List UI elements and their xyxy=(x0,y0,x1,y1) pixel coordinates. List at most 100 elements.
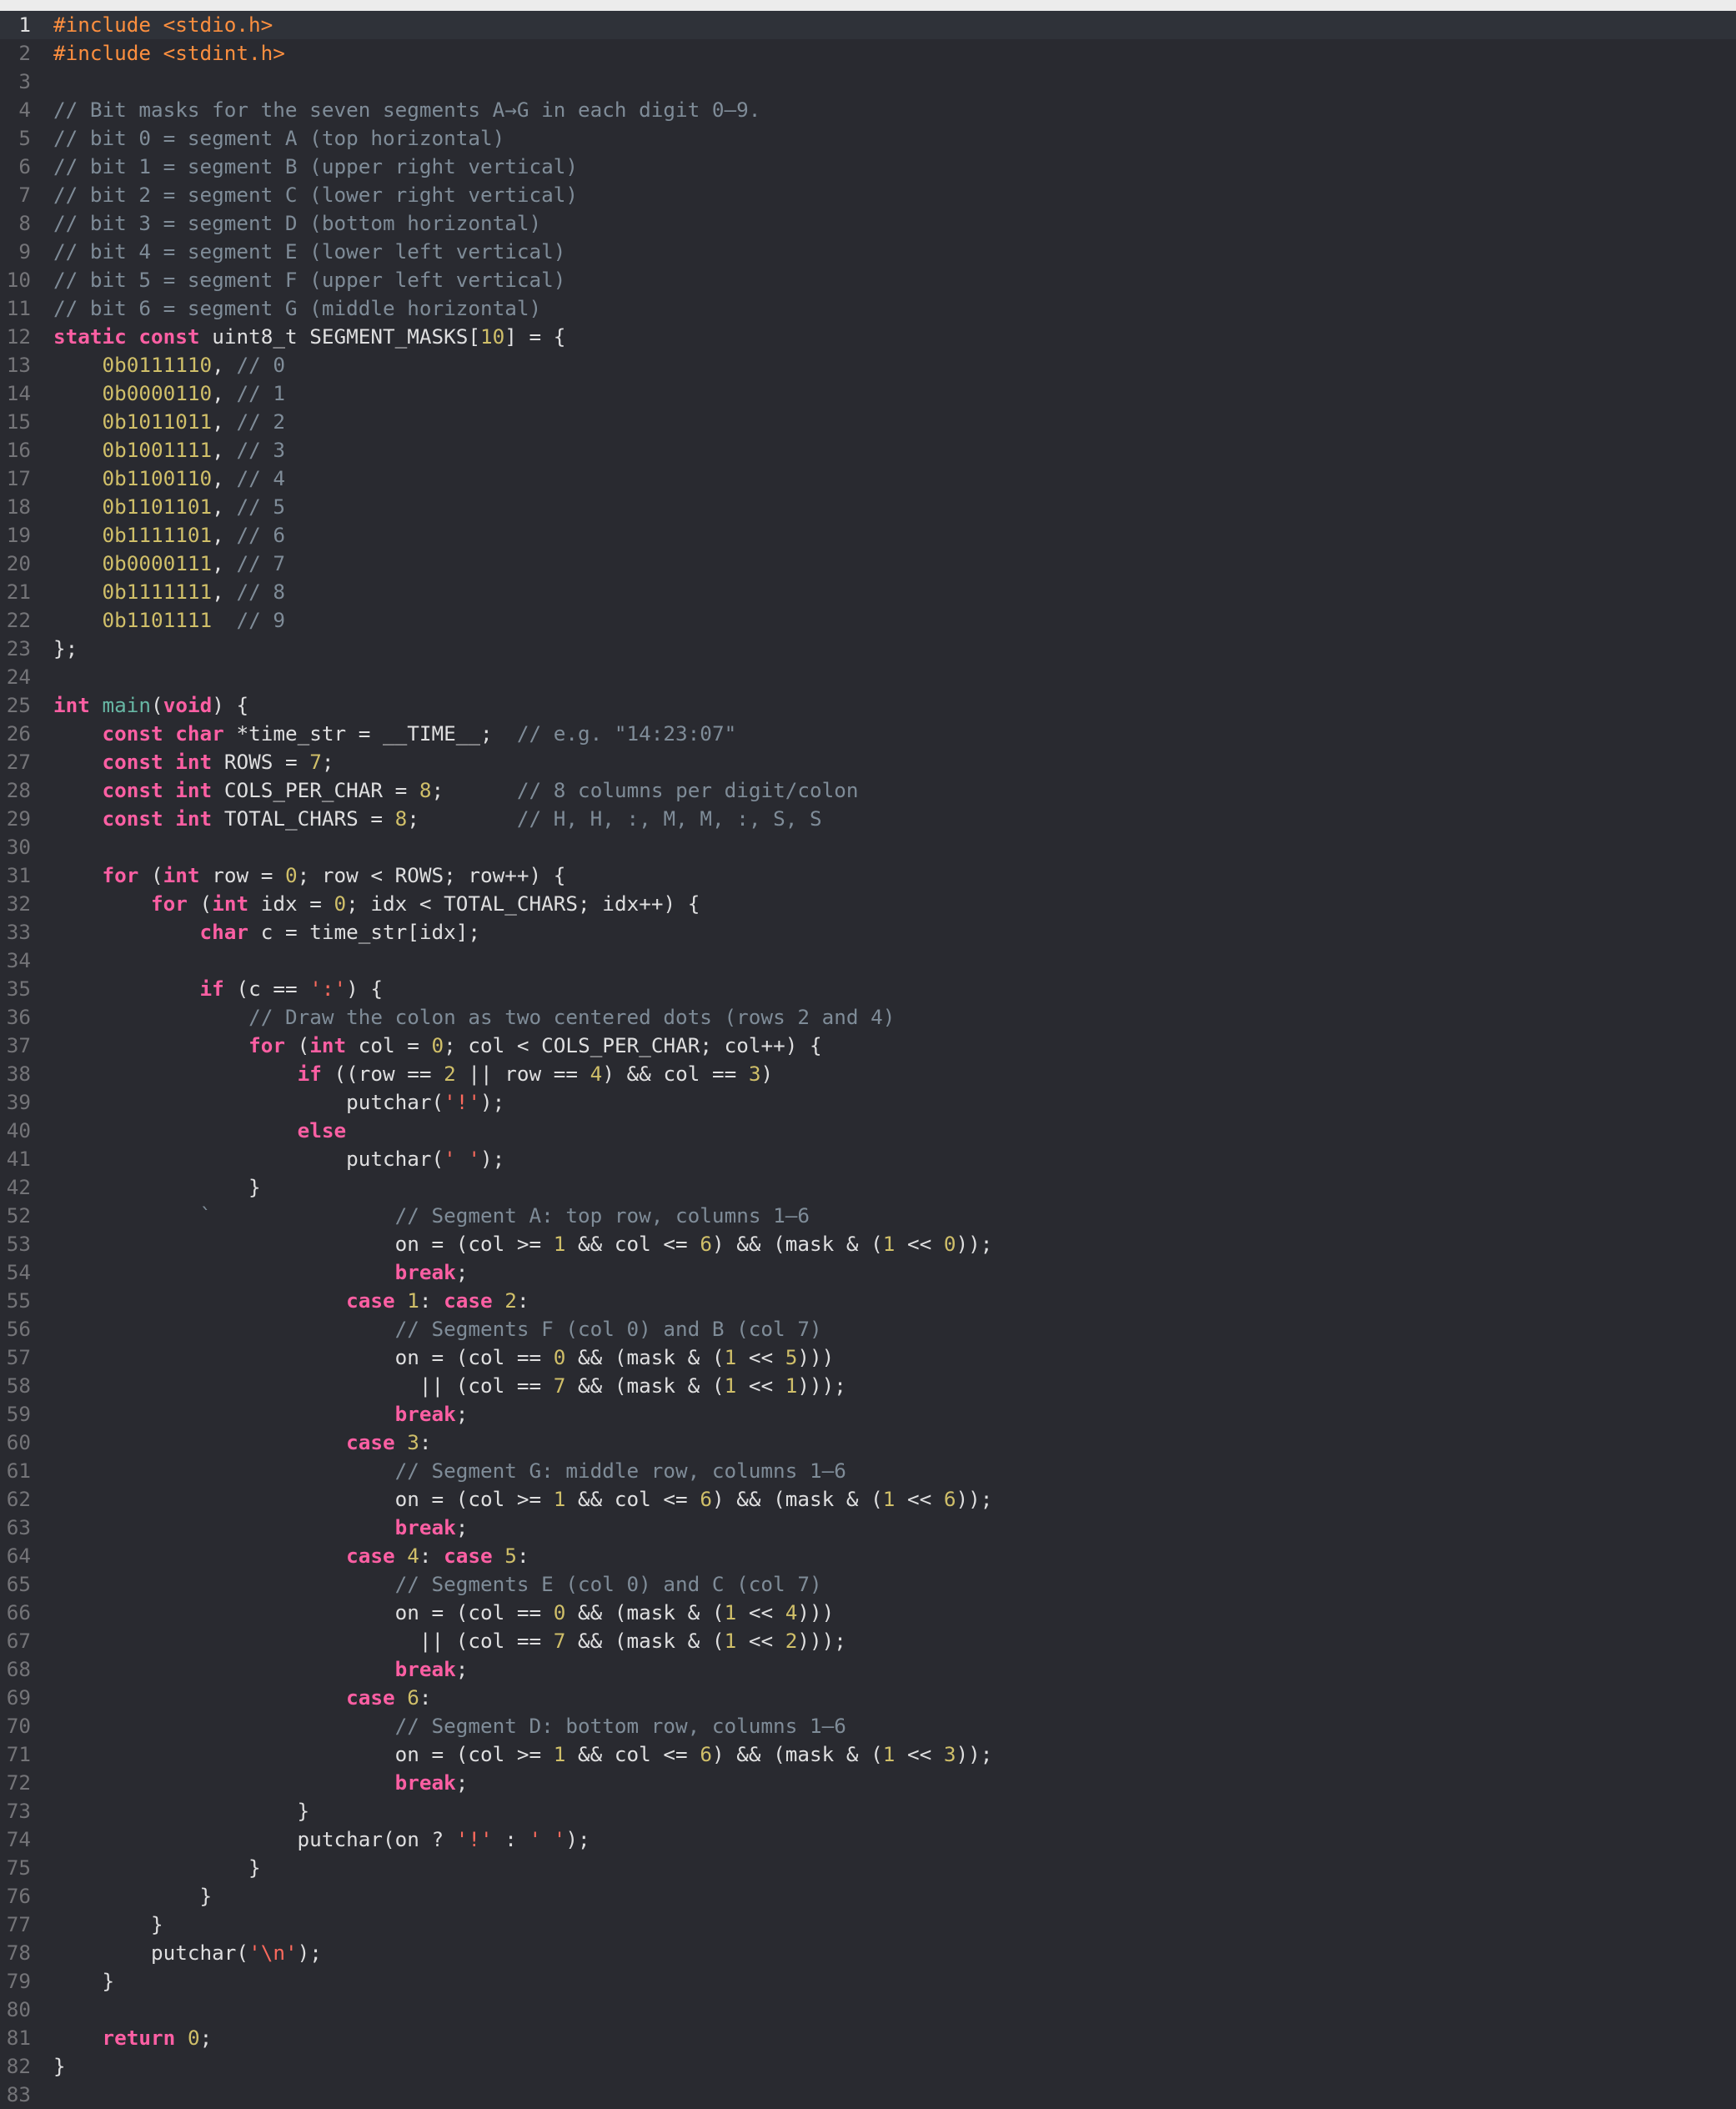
code-line[interactable]: 10 // bit 5 = segment F (upper left verti… xyxy=(0,266,1736,294)
code-line[interactable]: 23}; xyxy=(0,635,1736,663)
line-number: 37 xyxy=(6,1033,31,1057)
code-line[interactable]: 74 putchar(on ? '!' : ' '); xyxy=(0,1825,1736,1854)
code-line[interactable]: 71 on = (col >= 1 && col <= 6) && (mask … xyxy=(0,1740,1736,1769)
code-token: col = xyxy=(346,1033,432,1057)
code-line[interactable]: 9 // bit 4 = segment E (lower left vertic… xyxy=(0,238,1736,266)
code-line[interactable]: 18 0b1101101, // 5 xyxy=(0,493,1736,521)
code-line[interactable]: 37 for (int col = 0; col < COLS_PER_CHAR… xyxy=(0,1032,1736,1060)
code-line[interactable]: 11 // bit 6 = segment G (middle horizonta… xyxy=(0,294,1736,323)
code-line[interactable]: 69 case 6: xyxy=(0,1684,1736,1712)
code-line[interactable]: 53 on = (col >= 1 && col <= 6) && (mask … xyxy=(0,1230,1736,1258)
code-token: } xyxy=(53,2054,66,2078)
code-token: } xyxy=(53,1175,261,1199)
code-line[interactable]: 3 xyxy=(0,68,1736,96)
code-line[interactable]: 79 } xyxy=(0,1967,1736,1996)
code-line[interactable]: 8 // bit 3 = segment D (bottom horizontal… xyxy=(0,209,1736,238)
code-line[interactable]: 22 0b1101111 // 9 xyxy=(0,606,1736,635)
code-line[interactable]: 19 0b1111101, // 6 xyxy=(0,521,1736,550)
code-line[interactable]: 68 break; xyxy=(0,1655,1736,1684)
code-line[interactable]: 5 // bit 0 = segment A (top horizontal) xyxy=(0,124,1736,153)
code-line[interactable]: 1 #include <stdio.h> xyxy=(0,11,1736,39)
code-line[interactable]: 14 0b0000110, // 1 xyxy=(0,379,1736,408)
line-number: 60 xyxy=(6,1430,31,1454)
code-line[interactable]: 40 else xyxy=(0,1117,1736,1145)
code-token: // e.g. "14:23:07" xyxy=(516,721,737,746)
code-line[interactable]: 62 on = (col >= 1 && col <= 6) && (mask … xyxy=(0,1485,1736,1514)
code-token: } xyxy=(53,1969,115,1993)
code-line[interactable]: 20 0b0000111, // 7 xyxy=(0,550,1736,578)
code-text: else xyxy=(53,1117,347,1145)
code-token: // bit 4 = segment E (lower left vertica… xyxy=(53,239,566,264)
code-token: 1 xyxy=(553,1487,566,1511)
code-line[interactable]: 41 putchar(' '); xyxy=(0,1145,1736,1173)
code-token: ; xyxy=(455,1260,469,1284)
code-line[interactable]: 29 const int TOTAL_CHARS = 8; // H, H, :… xyxy=(0,805,1736,833)
code-line[interactable]: 58 || (col == 7 && (mask & (1 << 1))); xyxy=(0,1372,1736,1400)
code-line[interactable]: 83 xyxy=(0,2081,1736,2109)
code-line[interactable]: 67 || (col == 7 && (mask & (1 << 2))); xyxy=(0,1627,1736,1655)
code-token: // 2 xyxy=(236,409,285,434)
code-line[interactable]: 26 const char *time_str = __TIME__; // e… xyxy=(0,720,1736,748)
code-line[interactable]: 54 break; xyxy=(0,1258,1736,1287)
code-token: ( xyxy=(187,891,213,916)
code-line[interactable]: 59 break; xyxy=(0,1400,1736,1429)
code-line[interactable]: 73 } xyxy=(0,1797,1736,1825)
code-line[interactable]: 65 // Segments E (col 0) and C (col 7) xyxy=(0,1570,1736,1599)
code-line[interactable]: 2 #include <stdint.h> xyxy=(0,39,1736,68)
code-line[interactable]: 32 for (int idx = 0; idx < TOTAL_CHARS; … xyxy=(0,890,1736,918)
code-token: on = (col == xyxy=(53,1345,554,1369)
code-line[interactable]: 72 break; xyxy=(0,1769,1736,1797)
code-line[interactable]: 66 on = (col == 0 && (mask & (1 << 4))) xyxy=(0,1599,1736,1627)
code-line[interactable]: 35 if (c == ':') { xyxy=(0,975,1736,1003)
code-line[interactable]: 75 } xyxy=(0,1854,1736,1882)
code-line[interactable]: 56 // Segments F (col 0) and B (col 7) xyxy=(0,1315,1736,1343)
code-token: || (col == xyxy=(53,1629,554,1653)
code-token: ); xyxy=(565,1827,590,1851)
code-line[interactable]: 42 } xyxy=(0,1173,1736,1202)
code-line[interactable]: 15 0b1011011, // 2 xyxy=(0,408,1736,436)
code-line[interactable]: 4 // Bit masks for the seven segments A→G… xyxy=(0,96,1736,124)
code-line[interactable]: 38 if ((row == 2 || row == 4) && col == … xyxy=(0,1060,1736,1088)
code-line[interactable]: 81 return 0; xyxy=(0,2024,1736,2052)
code-line[interactable]: 13 0b0111110, // 0 xyxy=(0,351,1736,379)
code-line[interactable]: 24 xyxy=(0,663,1736,691)
code-line[interactable]: 28 const int COLS_PER_CHAR = 8; // 8 col… xyxy=(0,776,1736,805)
code-line[interactable]: 6 // bit 1 = segment B (upper right verti… xyxy=(0,153,1736,181)
code-line[interactable]: 36 // Draw the colon as two centered dot… xyxy=(0,1003,1736,1032)
code-text: 0b1001111, // 3 xyxy=(53,436,285,464)
code-text: // Segment G: middle row, columns 1–6 xyxy=(53,1457,846,1485)
code-editor[interactable]: 1 #include <stdio.h> 2 #include <stdint.h> 3… xyxy=(0,11,1736,2108)
code-text: on = (col >= 1 && col <= 6) && (mask & (… xyxy=(53,1740,993,1769)
code-line[interactable]: 82} xyxy=(0,2052,1736,2081)
code-line[interactable]: 64 case 4: case 5: xyxy=(0,1542,1736,1570)
code-line[interactable]: 31 for (int row = 0; row < ROWS; row++) … xyxy=(0,861,1736,890)
code-line[interactable]: 76 } xyxy=(0,1882,1736,1911)
code-line[interactable]: 34 xyxy=(0,947,1736,975)
code-line[interactable]: 21 0b1111111, // 8 xyxy=(0,578,1736,606)
code-line[interactable]: 30 xyxy=(0,833,1736,861)
code-line[interactable]: 80 xyxy=(0,1996,1736,2024)
code-line[interactable]: 33 char c = time_str[idx]; xyxy=(0,918,1736,947)
code-line[interactable]: 39 putchar('!'); xyxy=(0,1088,1736,1117)
code-line[interactable]: 55 case 1: case 2: xyxy=(0,1287,1736,1315)
code-token: 1 xyxy=(724,1345,737,1369)
code-line[interactable]: 78 putchar('\n'); xyxy=(0,1939,1736,1967)
code-line[interactable]: 60 case 3: xyxy=(0,1429,1736,1457)
code-line[interactable]: 63 break; xyxy=(0,1514,1736,1542)
code-line[interactable]: 16 0b1001111, // 3 xyxy=(0,436,1736,464)
code-token: 0b1111111 xyxy=(102,580,213,604)
code-line[interactable]: 17 0b1100110, // 4 xyxy=(0,464,1736,493)
code-token: int xyxy=(175,806,213,831)
code-line[interactable]: 57 on = (col == 0 && (mask & (1 << 5))) xyxy=(0,1343,1736,1372)
code-line[interactable]: 12 static const uint8_t SEGMENT_MASKS[10]… xyxy=(0,323,1736,351)
code-line[interactable]: 70 // Segment D: bottom row, columns 1–6 xyxy=(0,1712,1736,1740)
code-line[interactable]: 25 int main(void) { xyxy=(0,691,1736,720)
code-line[interactable]: 27 const int ROWS = 7; xyxy=(0,748,1736,776)
code-token: 0b1101101 xyxy=(102,495,213,519)
code-line[interactable]: 52 ` // Segment A: top row, columns 1–6 xyxy=(0,1202,1736,1230)
code-line[interactable]: 7 // bit 2 = segment C (lower right verti… xyxy=(0,181,1736,209)
code-line[interactable]: 77 } xyxy=(0,1911,1736,1939)
code-line[interactable]: 61 // Segment G: middle row, columns 1–6 xyxy=(0,1457,1736,1485)
code-token: ) xyxy=(760,1062,774,1086)
